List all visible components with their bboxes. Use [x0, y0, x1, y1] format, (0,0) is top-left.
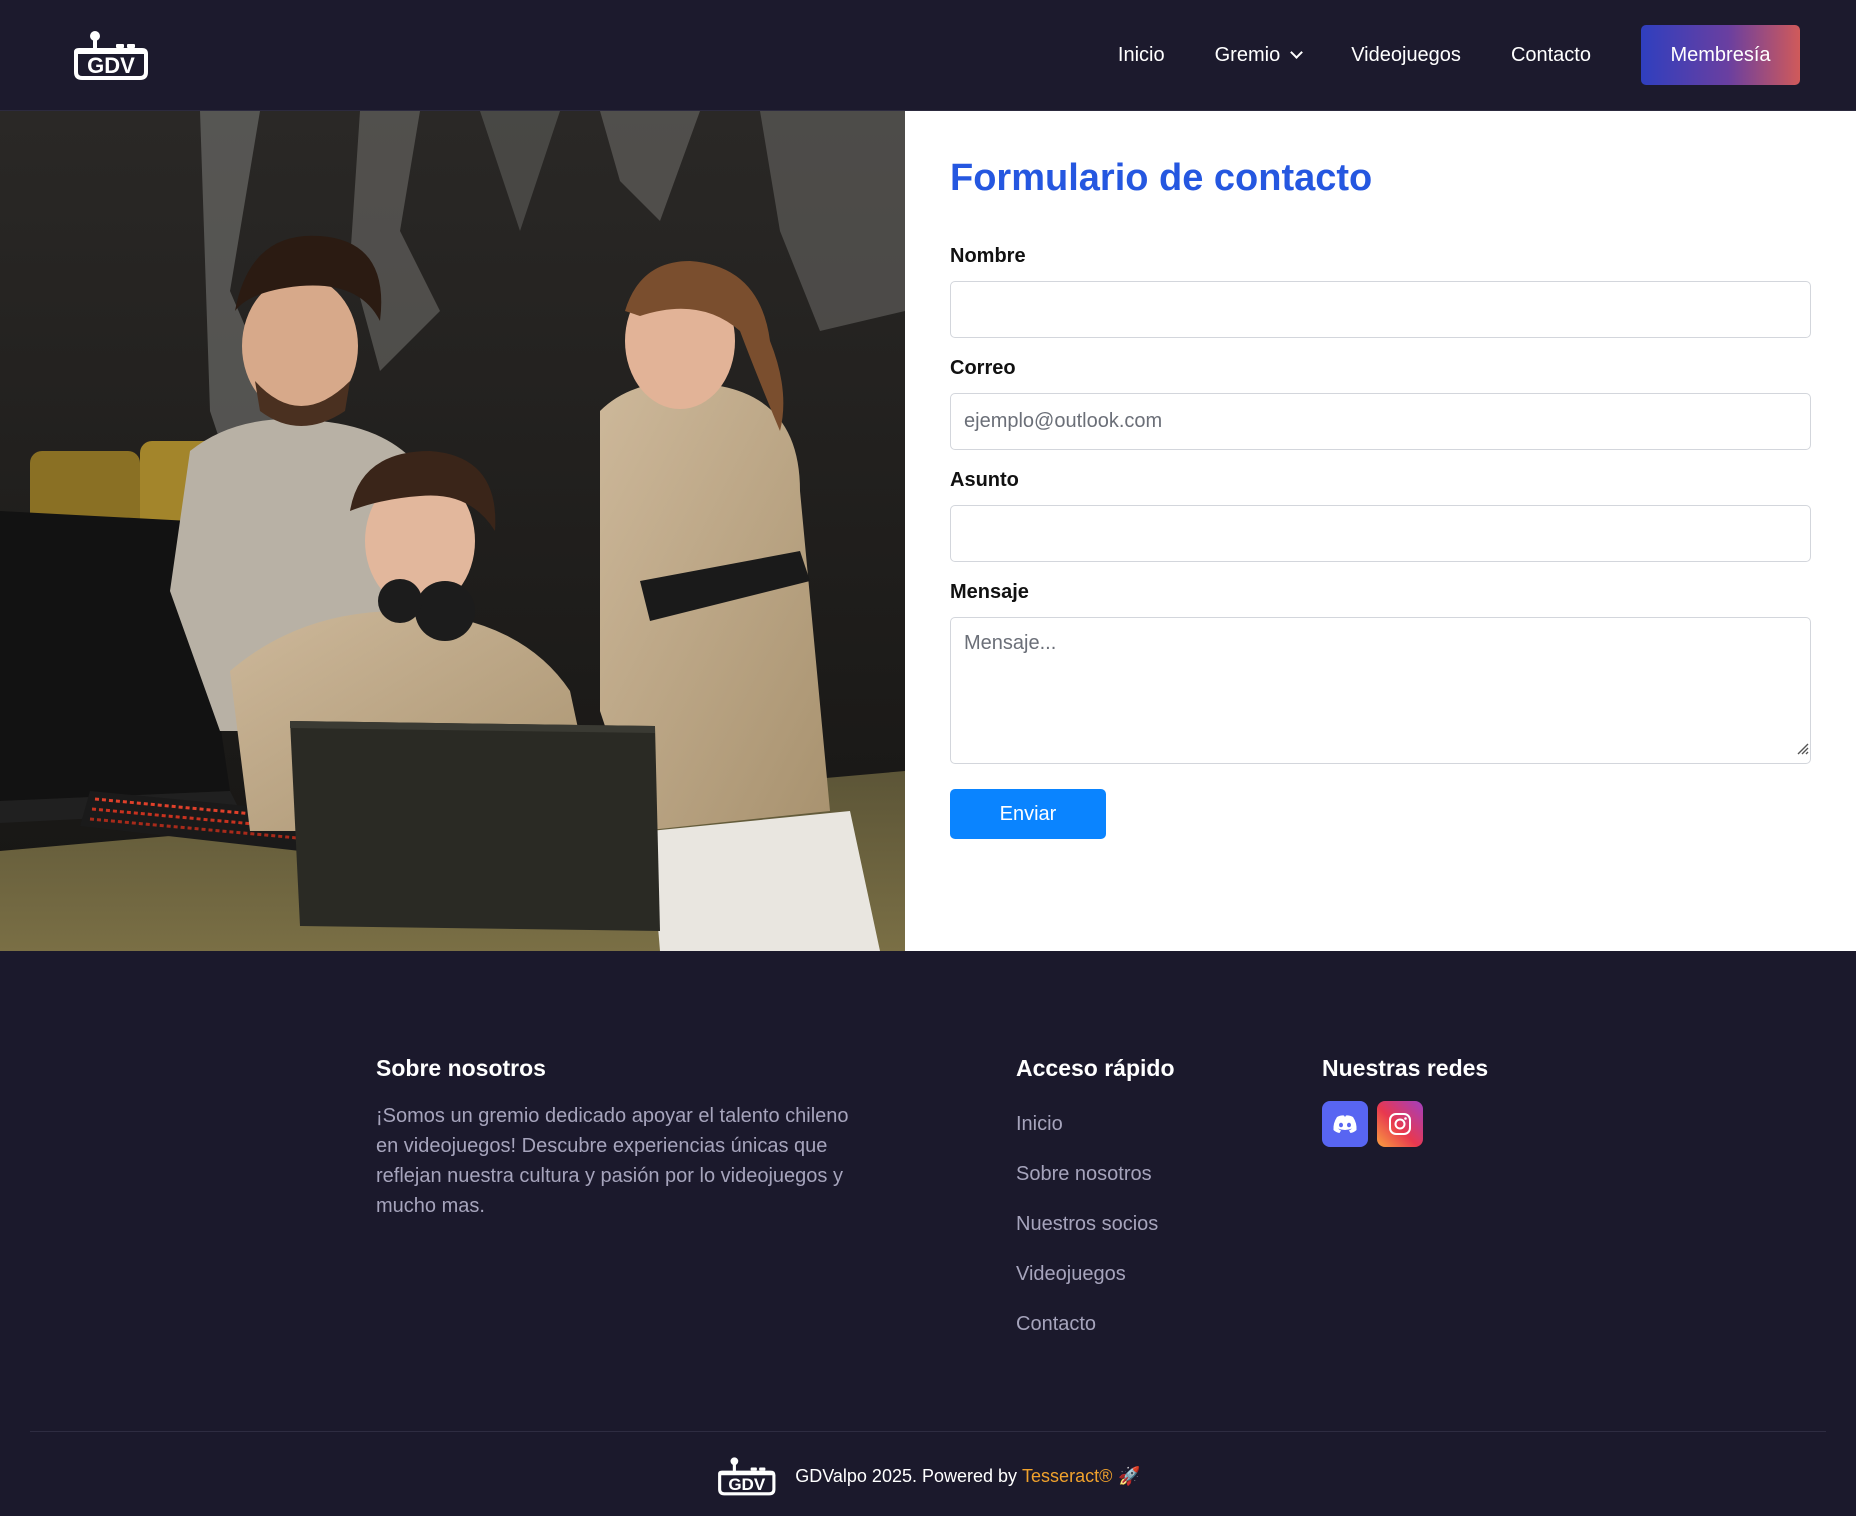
- copyright-text: GDValpo 2025. Powered by: [795, 1465, 1018, 1486]
- subject-label: Asunto: [950, 469, 1019, 491]
- about-text: ¡Somos un gremio dedicado apoyar el tale…: [376, 1105, 849, 1217]
- chevron-down-icon: [1290, 45, 1304, 59]
- membership-button[interactable]: Membresía: [1641, 25, 1800, 85]
- svg-text:GDV: GDV: [87, 53, 135, 78]
- discord-link[interactable]: [1322, 1101, 1368, 1147]
- name-label: Nombre: [950, 245, 1026, 267]
- navbar: GDV Inicio Gremio Videojuegos Contacto M…: [0, 0, 1856, 111]
- svg-text:GDV: GDV: [729, 1475, 767, 1494]
- message-textarea[interactable]: [950, 617, 1811, 764]
- nav-item-label: Videojuegos: [1351, 43, 1461, 66]
- footer-divider: [30, 1431, 1826, 1432]
- quick-access-heading: Acceso rápido: [1016, 1055, 1175, 1081]
- main-nav: Inicio Gremio Videojuegos Contacto Membr…: [1118, 25, 1800, 85]
- social-heading: Nuestras redes: [1322, 1055, 1489, 1081]
- nav-item-label: Gremio: [1214, 43, 1281, 66]
- nav-item-videojuegos[interactable]: Videojuegos: [1351, 44, 1461, 67]
- gdv-footer-logo: GDV: [718, 1457, 776, 1496]
- footer-link-videojuegos[interactable]: Videojuegos: [1016, 1263, 1126, 1286]
- email-input[interactable]: [950, 393, 1811, 450]
- discord-icon: [1333, 1115, 1357, 1133]
- submit-button[interactable]: Enviar: [950, 789, 1106, 839]
- instagram-icon: [1389, 1113, 1411, 1135]
- footer-link-sobre-nosotros[interactable]: Sobre nosotros: [1016, 1163, 1152, 1186]
- tesseract-link[interactable]: Tesseract®: [1022, 1466, 1112, 1487]
- nav-item-gremio[interactable]: Gremio: [1214, 43, 1304, 67]
- footer-link-nuestros-socios[interactable]: Nuestros socios: [1016, 1213, 1158, 1236]
- subject-input[interactable]: [950, 505, 1811, 562]
- instagram-link[interactable]: [1377, 1101, 1423, 1147]
- nav-item-inicio[interactable]: Inicio: [1118, 44, 1165, 67]
- form-title: Formulario de contacto: [950, 157, 1373, 199]
- message-label: Mensaje: [950, 581, 1029, 603]
- contact-form-panel: Formulario de contacto Nombre Correo Asu…: [905, 111, 1856, 951]
- footer-link-contacto[interactable]: Contacto: [1016, 1313, 1096, 1336]
- nav-item-label: Contacto: [1510, 43, 1591, 66]
- footer-bottom-bar: GDV GDValpo 2025. Powered by Tesseract® …: [0, 1453, 1856, 1499]
- nav-item-label: Inicio: [1117, 43, 1165, 66]
- rocket-icon: 🚀: [1118, 1465, 1141, 1486]
- gdv-logo[interactable]: GDV: [70, 28, 150, 82]
- name-input[interactable]: [950, 281, 1811, 338]
- hero-photo: [0, 111, 905, 951]
- email-label: Correo: [950, 357, 1016, 379]
- about-heading: Sobre nosotros: [376, 1055, 546, 1081]
- footer: Sobre nosotros ¡Somos un gremio dedicado…: [0, 951, 1856, 1516]
- footer-link-inicio[interactable]: Inicio: [1016, 1113, 1063, 1136]
- nav-item-contacto[interactable]: Contacto: [1511, 44, 1591, 67]
- resize-handle-icon[interactable]: [1795, 741, 1809, 755]
